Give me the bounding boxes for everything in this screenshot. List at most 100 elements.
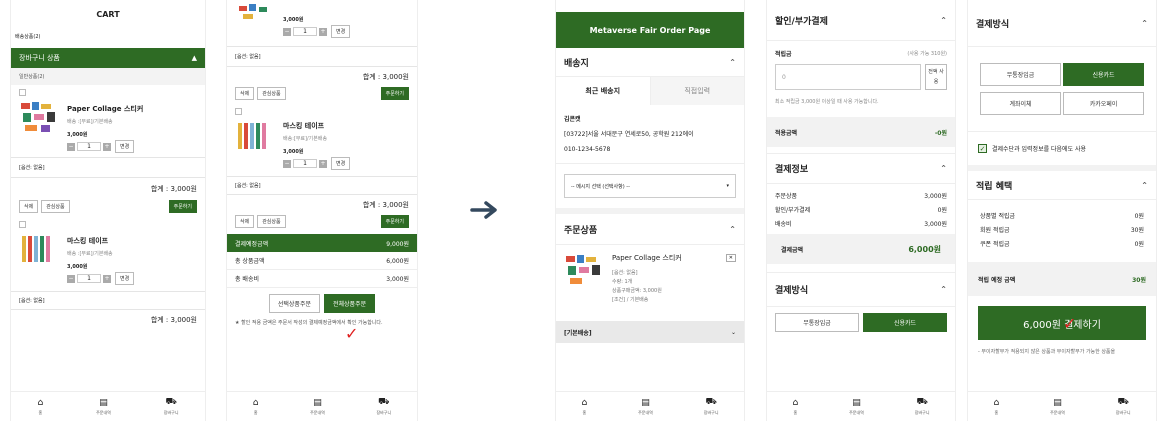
info-label: 배송비 — [775, 220, 792, 228]
payment-method-header[interactable]: 결제방식 ⌃ — [767, 272, 955, 306]
nav-cart[interactable]: ⛟ 장바구니 — [915, 397, 930, 416]
minus-icon[interactable]: − — [283, 27, 291, 36]
nav-cart[interactable]: ⛟ 장바구니 — [1116, 397, 1131, 416]
plus-icon[interactable]: + — [103, 274, 111, 283]
order-items-header[interactable]: 주문상품 ⌃ — [556, 214, 744, 244]
close-icon[interactable]: ✕ — [725, 254, 736, 262]
method-transfer-button[interactable]: 계좌이체 — [980, 92, 1061, 115]
delete-button[interactable]: 삭제 — [235, 215, 255, 228]
quantity-stepper[interactable]: − 1 + — [283, 159, 327, 168]
cart-title: CART — [96, 10, 120, 19]
summary-label: 총 상품금액 — [235, 258, 265, 265]
quantity-value[interactable]: 1 — [77, 274, 101, 283]
change-button[interactable]: 변경 — [115, 140, 135, 153]
quantity-stepper[interactable]: − 1 + — [67, 142, 111, 151]
plus-icon[interactable]: + — [319, 159, 327, 168]
quantity-value[interactable]: 1 — [293, 27, 317, 36]
quantity-value[interactable]: 1 — [293, 159, 317, 168]
method-kakaopay-button[interactable]: 카카오페이 — [1063, 92, 1144, 115]
method-bank-button[interactable]: 무통장입금 — [980, 63, 1061, 86]
nav-home[interactable]: ⌂ 홈 — [792, 398, 798, 416]
expected-value: 30원 — [1132, 276, 1146, 284]
nav-orders[interactable]: ▤ 주문내역 — [638, 398, 653, 416]
nav-cart[interactable]: ⛟ 장바구니 — [704, 397, 719, 416]
wishlist-button[interactable]: 관심상품 — [257, 87, 286, 100]
order-button[interactable]: 주문하기 — [380, 87, 409, 100]
basic-delivery-group[interactable]: [기본배송] ⌄ — [556, 321, 744, 343]
nav-home[interactable]: ⌂ 홈 — [581, 398, 587, 416]
use-all-button[interactable]: 전액 사용 — [925, 64, 947, 90]
plus-icon[interactable]: + — [103, 142, 111, 151]
expected-points-row: 적립 예정 금액 30원 — [968, 262, 1156, 296]
points-input[interactable]: 0 — [775, 64, 921, 90]
applied-value: -0원 — [934, 129, 947, 137]
section-title: 결제정보 — [775, 165, 809, 175]
payment-method-header[interactable]: 결제방식 ⌃ — [968, 0, 1156, 46]
item-checkbox[interactable] — [19, 89, 26, 96]
order-button[interactable]: 주문하기 — [380, 215, 409, 228]
product-name[interactable]: 마스킹 테이프 — [283, 121, 350, 131]
cart-icon: ⛟ — [165, 397, 177, 407]
nav-home[interactable]: ⌂ 홈 — [37, 398, 43, 416]
pay-button[interactable]: 6,000원 결제하기 — [978, 306, 1146, 340]
benefit-row: 회원 적립금 30원 — [980, 222, 1144, 236]
quantity-stepper[interactable]: − 1 + — [67, 274, 111, 283]
benefit-value: 0원 — [1134, 240, 1144, 248]
quantity-value[interactable]: 1 — [77, 142, 101, 151]
checkbox-checked-icon[interactable]: ✓ — [978, 144, 987, 153]
benefit-value: 0원 — [1134, 212, 1144, 220]
tab-recent-address[interactable]: 최근 배송지 — [556, 76, 651, 105]
nav-orders[interactable]: ▤ 주문내역 — [849, 398, 864, 416]
delivery-section-header[interactable]: 배송지 ⌃ — [556, 48, 744, 76]
tab-direct-input[interactable]: 직접입력 — [650, 76, 744, 105]
method-card-button[interactable]: 신용카드 — [863, 313, 947, 332]
delete-button[interactable]: 삭제 — [235, 87, 255, 100]
info-label: 할인/부가결제 — [775, 206, 811, 214]
nav-cart[interactable]: ⛟ 장바구니 — [164, 397, 179, 416]
item-checkbox[interactable] — [235, 108, 242, 115]
wishlist-button[interactable]: 관심상품 — [41, 200, 70, 213]
order-selected-button[interactable]: 선택상품주문 — [268, 294, 320, 313]
cart-scrolled-screen: 3,000원 − 1 + 변경 [옵션: 없음] 합계 : 3,000원 삭제 … — [226, 0, 418, 421]
order-all-button[interactable]: 전체상품주문 — [324, 294, 376, 313]
benefit-row: 상품별 적립금 0원 — [980, 208, 1144, 222]
benefit-section-header[interactable]: 적립 혜택 ⌃ — [968, 165, 1156, 199]
item-option: [옵션: 없음] — [235, 183, 261, 189]
item-total: 합계 : 3,000원 — [150, 316, 197, 324]
section-title: 결제방식 — [775, 286, 809, 296]
minus-icon[interactable]: − — [283, 159, 291, 168]
nav-orders[interactable]: ▤ 주문내역 — [310, 398, 325, 416]
save-method-option[interactable]: ✓ 결제수단과 입력정보를 다음에도 사용 — [968, 131, 1156, 165]
product-thumbnail — [235, 119, 275, 155]
product-name[interactable]: Paper Collage 스티커 — [67, 104, 143, 114]
nav-orders[interactable]: ▤ 주문내역 — [96, 398, 111, 416]
cart-section-header[interactable]: 장바구니 상품 ▲ — [11, 48, 205, 68]
summary-products: 총 상품금액 6,000원 — [227, 252, 417, 270]
home-icon: ⌂ — [993, 397, 1000, 408]
wishlist-button[interactable]: 관심상품 — [257, 215, 286, 228]
discount-section-header[interactable]: 할인/부가결제 ⌃ — [767, 0, 955, 40]
nav-cart[interactable]: ⛟ 장바구니 — [376, 397, 391, 416]
method-card-button[interactable]: 신용카드 — [1063, 63, 1144, 86]
delete-button[interactable]: 삭제 — [19, 200, 39, 213]
payment-info-header[interactable]: 결제정보 ⌃ — [767, 153, 955, 183]
nav-home[interactable]: ⌂ 홈 — [253, 398, 259, 416]
change-button[interactable]: 변경 — [115, 272, 135, 285]
change-button[interactable]: 변경 — [331, 25, 351, 38]
delivery-info: 배송 :[무료]/기본배송 — [67, 251, 113, 257]
order-button[interactable]: 주문하기 — [168, 200, 197, 213]
home-icon: ⌂ — [252, 397, 259, 408]
minus-icon[interactable]: − — [67, 274, 75, 283]
change-button[interactable]: 변경 — [331, 157, 351, 170]
quantity-stepper[interactable]: − 1 + — [283, 27, 327, 36]
message-select[interactable]: -- 메시지 선택 (선택사항) -- ▾ — [564, 174, 736, 198]
item-checkbox[interactable] — [19, 221, 26, 228]
checkmark-annotation: ✓ — [345, 324, 359, 343]
method-bank-button[interactable]: 무통장입금 — [775, 313, 859, 332]
plus-icon[interactable]: + — [319, 27, 327, 36]
nav-orders[interactable]: ▤ 주문내역 — [1050, 398, 1065, 416]
product-name[interactable]: 마스킹 테이프 — [67, 236, 134, 246]
minus-icon[interactable]: − — [67, 142, 75, 151]
nav-home[interactable]: ⌂ 홈 — [993, 398, 999, 416]
cart-icon: ⛟ — [378, 397, 390, 407]
